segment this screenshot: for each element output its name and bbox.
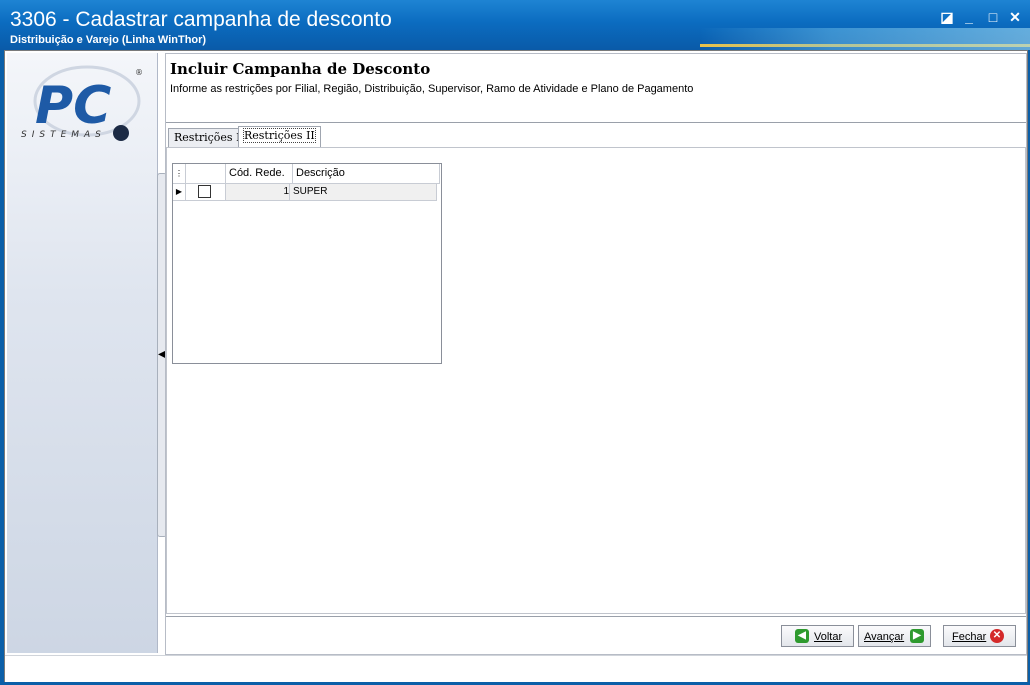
tab-label: Restrições I xyxy=(174,131,241,144)
avancar-button[interactable]: Avançar ▶ xyxy=(858,625,931,647)
logo-registered: ® xyxy=(135,68,143,77)
client-area: PC SISTEMAS ® ◀ Incluir Campanha de Desc… xyxy=(4,50,1028,682)
grid-header-descricao[interactable]: Descrição xyxy=(293,164,440,184)
tab-restricoes-i[interactable]: Restrições I xyxy=(168,128,247,148)
column-chooser-icon[interactable]: ⋮ xyxy=(173,164,186,184)
logo-brand: SISTEMAS xyxy=(21,130,106,140)
tab-restricoes-ii[interactable]: Restrições II xyxy=(238,126,321,148)
tab-label: Restrições II xyxy=(243,128,316,143)
header-divider xyxy=(166,122,1026,123)
page-description: Informe as restrições por Filial, Região… xyxy=(170,83,694,95)
status-bar xyxy=(5,655,1027,682)
pc-sistemas-logo: PC SISTEMAS ® xyxy=(21,65,143,141)
footer-divider xyxy=(166,616,1026,617)
tab-bar: Restrições I Restrições II xyxy=(166,126,1026,148)
maximize-icon[interactable]: □ xyxy=(984,8,1002,26)
grid-header-codigo[interactable]: Cód. Rede. xyxy=(226,164,293,184)
voltar-label: Voltar xyxy=(814,631,843,643)
close-window-icon[interactable]: ✕ xyxy=(1006,8,1024,26)
window-title: 3306 - Cadastrar campanha de desconto xyxy=(10,8,392,31)
close-icon: ✕ xyxy=(990,629,1004,643)
grid-header-select xyxy=(186,164,226,184)
avancar-label: Avançar xyxy=(864,631,905,643)
row-indicator-icon: ▶ xyxy=(173,184,186,201)
data-grid[interactable]: ⋮ Cód. Rede. Descrição ▶ 1 SUPER xyxy=(172,163,442,364)
main-panel: Incluir Campanha de Desconto Informe as … xyxy=(165,53,1027,655)
page-title: Incluir Campanha de Desconto xyxy=(170,60,431,78)
tab-panel: ⋮ Cód. Rede. Descrição ▶ 1 SUPER xyxy=(166,147,1026,614)
grid-cell-codigo[interactable]: 1 xyxy=(226,184,290,201)
grid-cell-descricao[interactable]: SUPER xyxy=(290,184,437,201)
fechar-button[interactable]: Fechar ✕ xyxy=(943,625,1016,647)
app-window: 3306 - Cadastrar campanha de desconto Di… xyxy=(0,0,1030,685)
minimize-icon[interactable]: _ xyxy=(960,8,978,26)
voltar-button[interactable]: ◀ Voltar xyxy=(781,625,854,647)
arrow-left-icon: ◀ xyxy=(795,629,809,643)
title-bar[interactable]: 3306 - Cadastrar campanha de desconto Di… xyxy=(0,0,1030,50)
fechar-label: Fechar xyxy=(952,631,987,643)
arrow-right-icon: ▶ xyxy=(910,629,924,643)
logo-dot-icon xyxy=(113,125,129,141)
restore-icon[interactable]: ◪ xyxy=(938,8,956,26)
sidebar: PC SISTEMAS ® xyxy=(7,53,158,653)
logo-letters: PC xyxy=(35,76,111,136)
title-accent-line xyxy=(700,44,1030,47)
window-subtitle: Distribuição e Varejo (Linha WinThor) xyxy=(10,34,207,46)
row-checkbox[interactable] xyxy=(198,185,211,198)
